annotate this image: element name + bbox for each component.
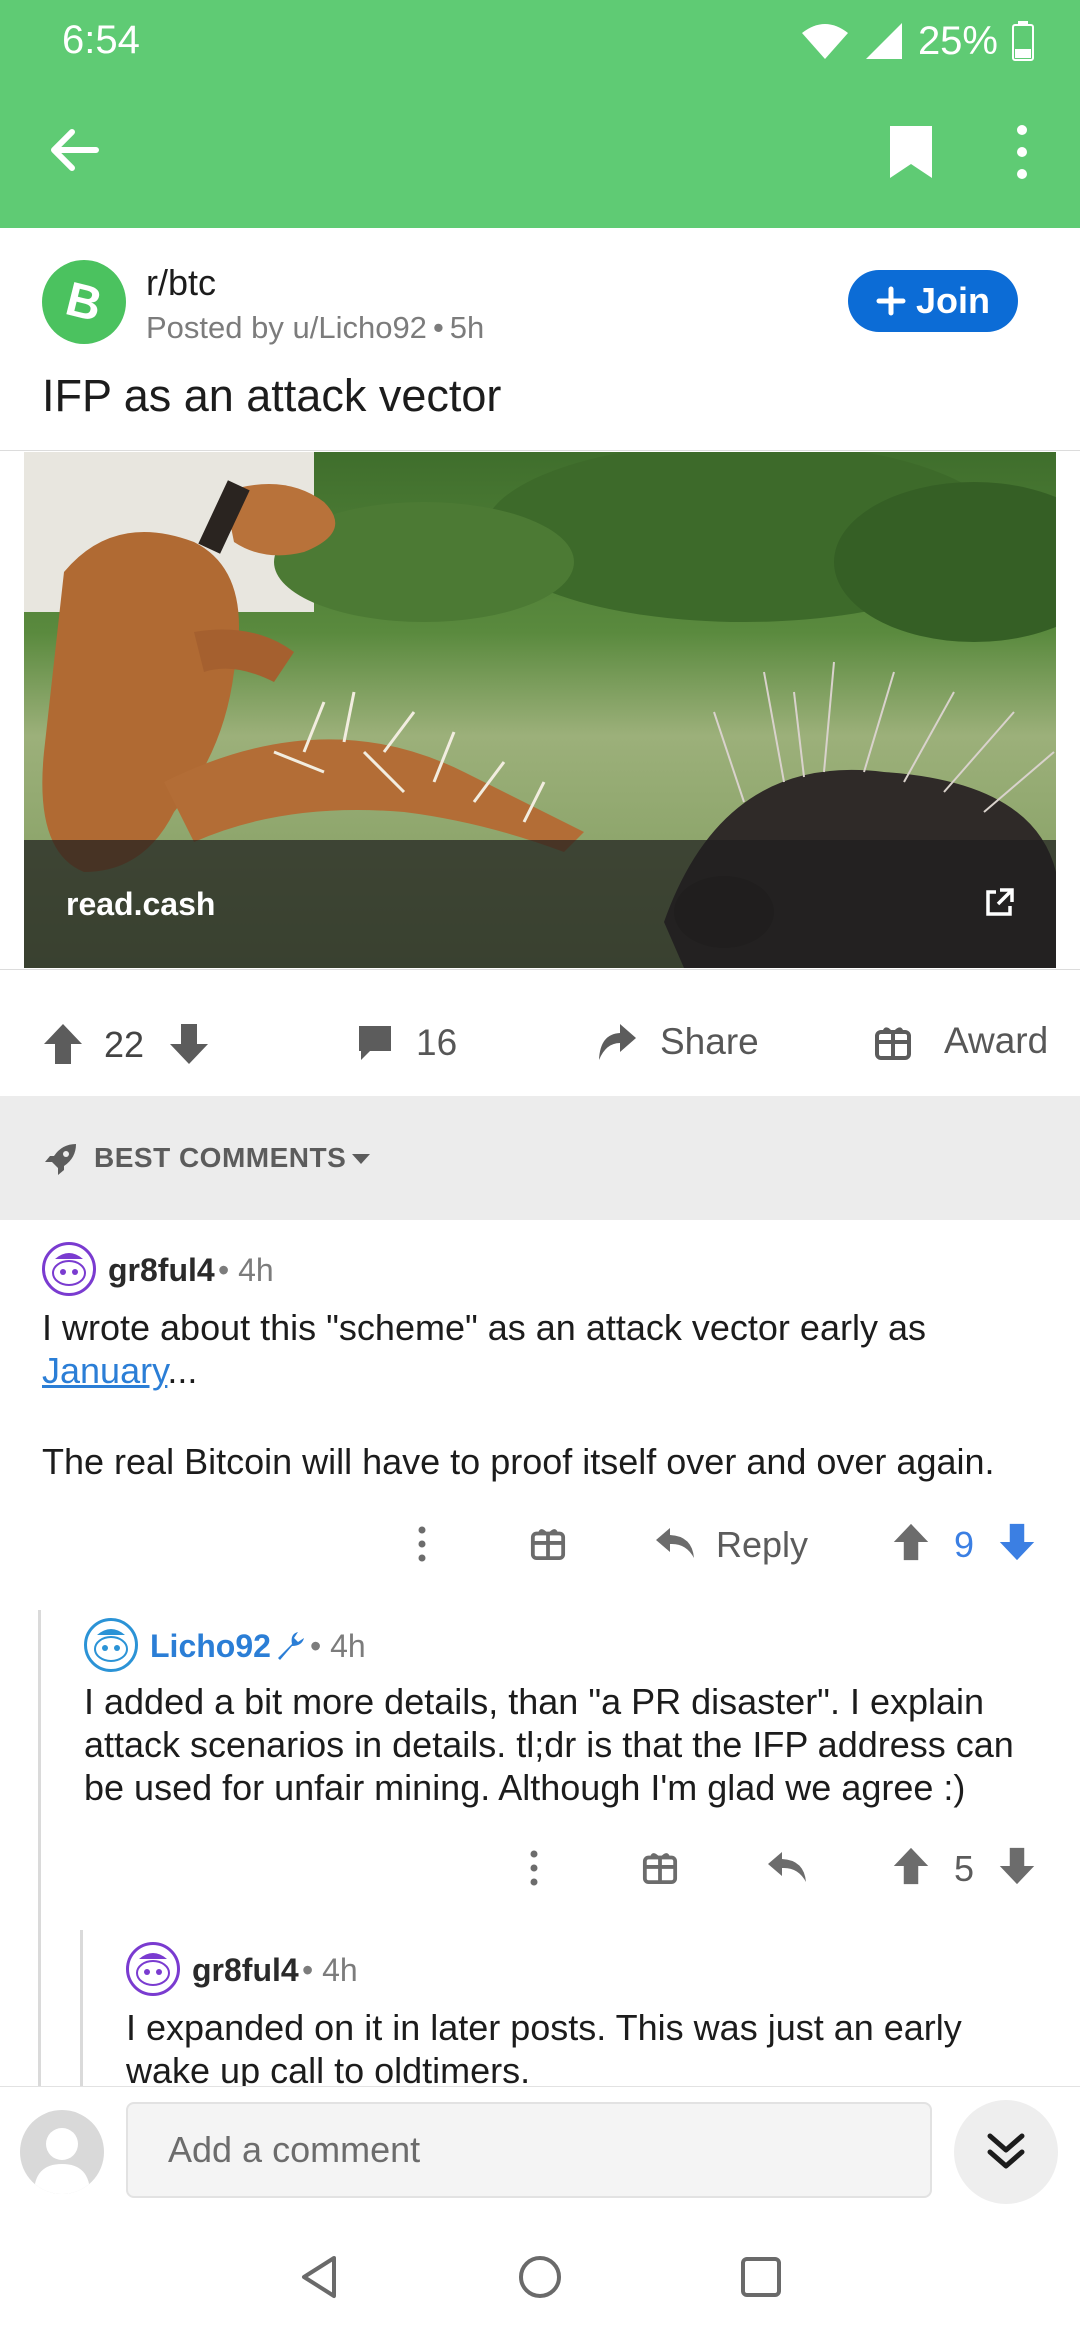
downvote-icon[interactable] (998, 1522, 1036, 1562)
avatar[interactable] (84, 1618, 138, 1672)
comment-age: 4h (322, 1952, 358, 1988)
user-avatar[interactable] (20, 2110, 104, 2194)
join-button[interactable]: Join (848, 270, 1018, 332)
award-label: Award (944, 1020, 1049, 1061)
reply-button[interactable]: Reply (716, 1524, 808, 1566)
snoo-avatar-icon (94, 1629, 128, 1662)
upvote-icon[interactable] (42, 1022, 84, 1066)
status-icons: 25% (800, 18, 1034, 64)
post-vote-count: 22 (104, 1024, 145, 1065)
comment-time: • 4h (218, 1252, 274, 1288)
svg-text:B: B (61, 273, 107, 332)
jump-next-comment-button[interactable] (954, 2100, 1058, 2204)
wifi-icon (801, 24, 848, 59)
reply-icon[interactable] (766, 1848, 808, 1886)
battery-icon (1012, 21, 1034, 61)
comments-button[interactable]: 16 (356, 1022, 457, 1064)
comment-body: I wrote about this "scheme" as an attack… (42, 1306, 1042, 1392)
thread-line[interactable] (38, 1610, 41, 2086)
nav-home-icon[interactable] (517, 2254, 563, 2300)
comment-text-end: ... (167, 1350, 198, 1391)
more-vertical-icon[interactable] (1004, 120, 1040, 184)
comment-text: I wrote about this "scheme" as an attack… (42, 1307, 926, 1348)
comment-time: • 4h (302, 1952, 358, 1988)
thread-line[interactable] (80, 1930, 83, 2086)
nav-recents-icon[interactable] (738, 2254, 784, 2300)
status-time: 6:54 (62, 18, 140, 62)
more-vertical-icon[interactable] (526, 1850, 542, 1886)
snoo-avatar-icon (136, 1953, 170, 1986)
downvote-icon[interactable] (998, 1846, 1036, 1886)
wrench-icon (278, 1632, 304, 1660)
comment-body: I added a bit more details, than "a PR d… (84, 1681, 1014, 1808)
add-comment-input[interactable]: Add a comment (126, 2102, 932, 2198)
post-age: 5h (449, 310, 485, 345)
share-label: Share (660, 1021, 759, 1062)
comment-bubble-icon (359, 1026, 391, 1060)
subreddit-name[interactable]: r/btc (146, 262, 216, 304)
plus-icon (876, 286, 906, 316)
snoo-avatar-icon (52, 1253, 86, 1286)
signal-icon (865, 23, 902, 59)
post-meta: Posted by u/Licho92 • 5h (146, 310, 484, 346)
share-icon (599, 1024, 636, 1060)
avatar[interactable] (42, 1242, 96, 1296)
battery-percent: 25% (917, 18, 998, 63)
gift-icon[interactable] (530, 1524, 566, 1560)
comment-vote-count: 9 (954, 1524, 975, 1565)
more-vertical-icon[interactable] (414, 1526, 430, 1562)
sort-label[interactable]: BEST COMMENTS (94, 1142, 346, 1174)
meta-dot: • (432, 310, 444, 345)
rocket-icon (45, 1144, 76, 1175)
upvote-icon[interactable] (892, 1846, 930, 1886)
nav-back-icon[interactable] (296, 2254, 342, 2300)
comment-age: 4h (238, 1252, 274, 1288)
comment-time: • 4h (310, 1628, 366, 1664)
downvote-icon[interactable] (168, 1022, 210, 1066)
user-icon (34, 2128, 90, 2194)
posted-by[interactable]: Posted by u/Licho92 (146, 310, 427, 346)
comment-author[interactable]: gr8ful4 (192, 1952, 299, 1989)
share-button[interactable]: Share (596, 1020, 759, 1064)
subreddit-avatar[interactable]: B (42, 260, 126, 344)
comment-count: 16 (416, 1022, 458, 1063)
join-label: Join (915, 280, 990, 321)
comment-vote-count: 5 (954, 1848, 975, 1889)
comment-link[interactable]: January (42, 1350, 167, 1391)
gift-icon[interactable] (642, 1848, 678, 1884)
comment-age: 4h (330, 1628, 366, 1664)
comment-author[interactable]: gr8ful4 (108, 1252, 215, 1289)
arrow-left-icon[interactable] (44, 120, 104, 180)
gift-icon (875, 1027, 911, 1060)
post-title[interactable]: IFP as an attack vector (42, 370, 501, 422)
avatar[interactable] (126, 1942, 180, 1996)
chevron-down-icon[interactable] (350, 1152, 372, 1166)
award-button[interactable]: Award (874, 1020, 1048, 1062)
bitcoin-logo-icon: B (61, 273, 107, 332)
reply-icon[interactable] (654, 1524, 696, 1562)
comment-body: I expanded on it in later posts. This wa… (126, 2007, 962, 2086)
double-chevron-down-icon (987, 2133, 1025, 2169)
external-link-icon[interactable] (982, 884, 1018, 920)
link-domain[interactable]: read.cash (66, 886, 215, 923)
bookmark-icon[interactable] (884, 122, 938, 182)
comment-body-paragraph: The real Bitcoin will have to proof itse… (42, 1441, 995, 1482)
comment-author-op[interactable]: Licho92 (150, 1628, 271, 1665)
upvote-icon[interactable] (892, 1522, 930, 1562)
